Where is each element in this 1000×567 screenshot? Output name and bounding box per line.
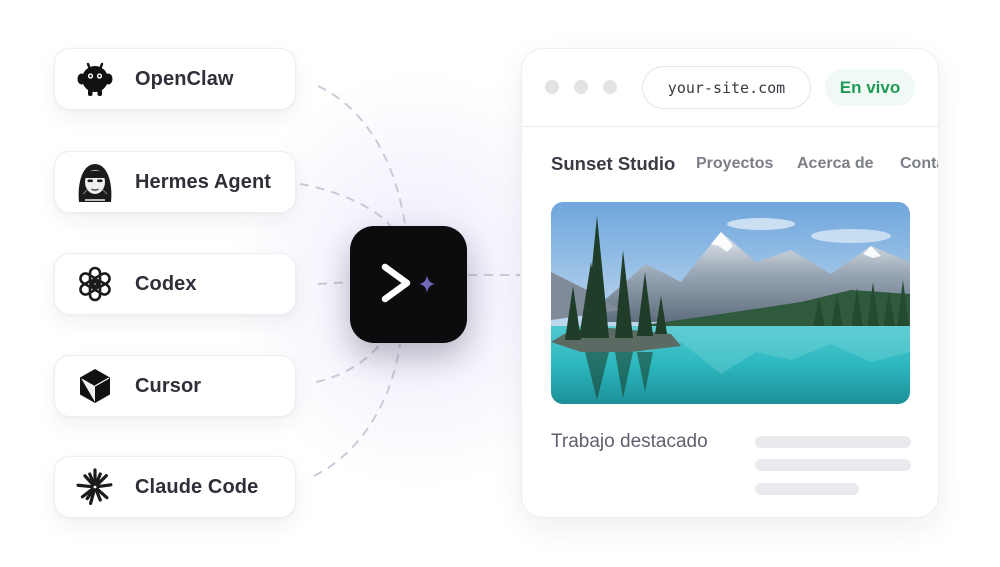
agent-label-hermes: Hermes Agent <box>135 170 272 193</box>
connector-codex <box>317 281 351 285</box>
browser-titlebar: your-site.com En vivo <box>522 49 938 127</box>
agent-label-claude: Claude Code <box>135 475 259 498</box>
agent-label-codex: Codex <box>135 272 197 295</box>
featured-heading: Trabajo destacado <box>551 431 708 452</box>
skeleton-line-2 <box>755 459 911 471</box>
agent-card-openclaw[interactable]: OpenClaw <box>54 48 296 110</box>
hermes-portrait-icon <box>73 160 117 204</box>
browser-window: your-site.com En vivo Sunset Studio Proy… <box>521 48 939 518</box>
nav-link-contacto[interactable]: Contacto <box>900 155 938 173</box>
url-text: your-site.com <box>667 78 786 97</box>
claude-asterisk-icon <box>73 465 117 509</box>
hero-image <box>551 202 910 404</box>
agent-card-codex[interactable]: Codex <box>54 253 296 315</box>
live-status-badge: En vivo <box>825 69 915 106</box>
openclaw-robot-icon <box>73 57 117 101</box>
nav-link-proyectos[interactable]: Proyectos <box>696 155 773 173</box>
openai-knot-icon <box>73 262 117 306</box>
connector-claude <box>313 343 401 477</box>
terminal-sparkle-icon <box>381 263 435 303</box>
hub-logo <box>350 226 467 343</box>
integration-illustration: OpenClaw Hermes Agent Codex Cursor Claud… <box>0 0 1000 567</box>
agent-label-cursor: Cursor <box>135 374 202 397</box>
window-dot-minimize[interactable] <box>574 80 588 94</box>
agent-label-openclaw: OpenClaw <box>135 67 234 90</box>
connector-cursor <box>315 343 381 383</box>
connector-hermes <box>299 183 393 229</box>
agent-card-hermes[interactable]: Hermes Agent <box>54 151 296 213</box>
connector-openclaw <box>317 85 406 225</box>
cursor-cube-icon <box>73 364 117 408</box>
url-bar[interactable]: your-site.com <box>642 66 811 109</box>
agent-card-claude[interactable]: Claude Code <box>54 456 296 518</box>
window-dot-close[interactable] <box>545 80 559 94</box>
site-title[interactable]: Sunset Studio <box>551 153 675 175</box>
skeleton-line-3 <box>755 483 859 495</box>
skeleton-line-1 <box>755 436 911 448</box>
live-status-text: En vivo <box>839 77 901 97</box>
nav-link-acerca[interactable]: Acerca de <box>797 155 874 173</box>
agent-card-cursor[interactable]: Cursor <box>54 355 296 417</box>
window-dot-maximize[interactable] <box>603 80 617 94</box>
